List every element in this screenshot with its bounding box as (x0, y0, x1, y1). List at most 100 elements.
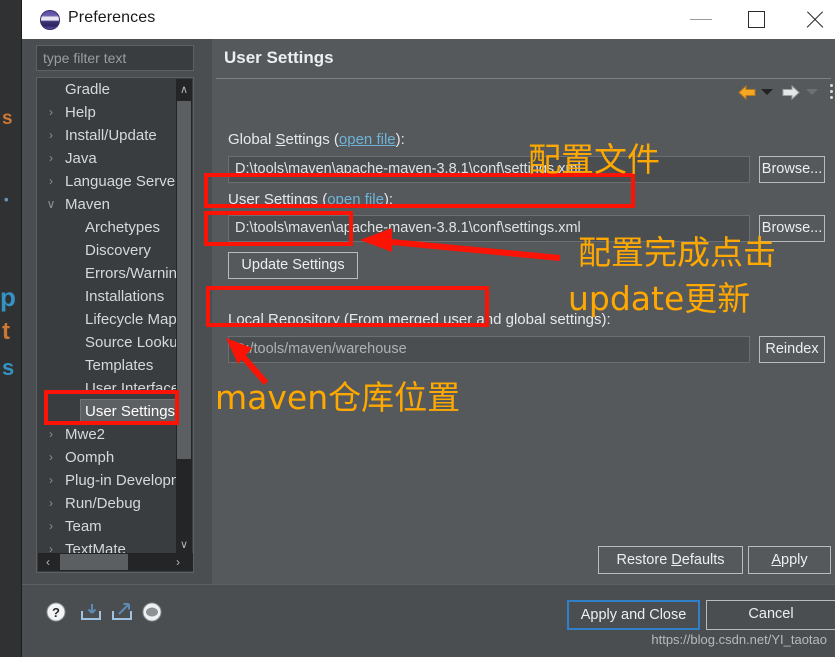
sidebar-item-help[interactable]: › Help (37, 101, 177, 124)
sidebar-item-label: Team (65, 518, 102, 535)
bg-fragment: s (2, 355, 15, 380)
page-header: User Settings (212, 39, 835, 78)
bg-fragment: s (2, 108, 13, 129)
forward-button[interactable] (782, 85, 800, 100)
chevron-down-icon (806, 89, 818, 95)
global-settings-label: Global Settings (open file): (228, 131, 405, 148)
chevron-right-icon[interactable]: › (45, 469, 57, 492)
tree-vertical-scrollbar[interactable]: ∧ ∨ (176, 79, 192, 556)
sidebar-item-label: Java (65, 150, 97, 167)
title-bar: Preferences (22, 0, 835, 39)
local-repository-label: Local Repository (From merged user and g… (228, 311, 611, 328)
global-settings-mnemonic: S (275, 131, 286, 148)
import-icon[interactable] (80, 602, 102, 627)
user-settings-open-file-link[interactable]: open file (327, 191, 384, 208)
annotation-note-update: update更新 (568, 279, 751, 318)
chevron-right-icon[interactable]: › (45, 492, 57, 515)
sidebar-item-install-update[interactable]: › Install/Update (37, 124, 177, 147)
view-menu-button[interactable] (830, 83, 834, 101)
chevron-right-icon[interactable]: › (45, 101, 57, 124)
dialog-footer: ? Apply and Close Cancel https://blog.cs… (22, 584, 835, 657)
bg-fragment: t (2, 318, 10, 345)
window-title: Preferences (68, 9, 156, 26)
preferences-tree[interactable]: Gradle › Help › Install/Update › Java › Language… (36, 77, 194, 573)
chevron-right-icon[interactable]: › (45, 515, 57, 538)
back-history-dropdown[interactable] (761, 89, 773, 95)
sidebar-item-label: User Settings (81, 400, 180, 423)
minimize-icon (690, 19, 712, 20)
vertical-scrollbar-thumb[interactable] (177, 101, 191, 459)
sidebar-item-label: Language Server (65, 173, 181, 190)
sidebar-item-team[interactable]: › Team (37, 515, 177, 538)
apply-and-close-button[interactable]: Apply and Close (567, 600, 700, 630)
sidebar-item-installations[interactable]: Installations (37, 285, 177, 308)
sidebar-item-run-debug[interactable]: › Run/Debug (37, 492, 177, 515)
chevron-right-icon[interactable]: › (45, 147, 57, 170)
chevron-down-icon[interactable]: ∨ (45, 193, 57, 216)
scroll-left-icon[interactable]: ‹ (38, 553, 58, 571)
annotation-note-repo-location: maven仓库位置 (215, 378, 461, 417)
scroll-down-icon[interactable]: ∨ (176, 535, 192, 555)
sidebar-item-errors-warnin[interactable]: Errors/Warnin (37, 262, 177, 285)
bg-fragment: p (0, 282, 16, 312)
global-settings-input[interactable]: D:\tools\maven\apache-maven-3.8.1\conf\s… (228, 156, 750, 183)
sidebar-item-label: Plug-in Developm (65, 472, 184, 489)
minimize-button[interactable] (678, 0, 724, 39)
filter-input[interactable]: type filter text (36, 45, 194, 71)
reindex-button[interactable]: Reindex (759, 336, 825, 363)
sidebar-item-templates[interactable]: Templates (37, 354, 177, 377)
bg-fragment: • (4, 192, 9, 207)
help-icon[interactable]: ? (46, 602, 66, 627)
svg-text:?: ? (52, 605, 60, 620)
local-repository-input[interactable]: D:/tools/maven/warehouse (228, 336, 750, 363)
apply-button[interactable]: Apply (748, 546, 831, 574)
restore-defaults-button[interactable]: Restore Defaults (598, 546, 743, 574)
sidebar-item-label: Templates (85, 357, 154, 374)
horizontal-scrollbar-thumb[interactable] (60, 554, 128, 570)
global-settings-browse-button[interactable]: Browse... (759, 156, 825, 183)
sidebar-item-lifecycle-map[interactable]: Lifecycle Map (37, 308, 177, 331)
scroll-up-icon[interactable]: ∧ (176, 80, 192, 100)
forward-history-dropdown[interactable] (806, 89, 818, 95)
preferences-dialog: Preferences type filter text Gradle › Help… (22, 0, 835, 657)
sidebar-item-label: Help (65, 104, 96, 121)
sidebar-item-source-looku[interactable]: Source Looku (37, 331, 178, 354)
sidebar-item-label: Discovery (85, 242, 151, 259)
chevron-right-icon[interactable]: › (45, 423, 57, 446)
sidebar-item-label: Lifecycle Map (85, 311, 177, 328)
sidebar-item-user-settings[interactable]: User Settings (37, 400, 180, 423)
sidebar-item-label: Run/Debug (65, 495, 141, 512)
eclipse-icon[interactable] (142, 602, 162, 627)
sidebar-item-label: Source Looku (85, 334, 178, 351)
page-title: User Settings (224, 48, 334, 67)
tree-items-container: Gradle › Help › Install/Update › Java › Language… (37, 78, 184, 558)
sidebar-item-plug-in-developm[interactable]: › Plug-in Developm (37, 469, 183, 492)
back-button[interactable] (738, 85, 756, 100)
header-divider (216, 78, 831, 79)
chevron-right-icon[interactable]: › (45, 446, 57, 469)
eclipse-logo-icon (40, 10, 60, 30)
sidebar-item-language-server[interactable]: › Language Server (37, 170, 181, 193)
sidebar-item-maven[interactable]: ∨ Maven (37, 193, 177, 216)
chevron-right-icon[interactable]: › (45, 170, 57, 193)
scroll-right-icon[interactable]: › (168, 553, 188, 571)
sidebar-item-discovery[interactable]: Discovery (37, 239, 177, 262)
sidebar-item-oomph[interactable]: › Oomph (37, 446, 177, 469)
close-button[interactable] (793, 0, 835, 39)
sidebar-item-java[interactable]: › Java (37, 147, 177, 170)
export-icon[interactable] (111, 602, 133, 627)
tree-horizontal-scrollbar[interactable]: ‹ › (38, 553, 193, 571)
sidebar-item-label: Gradle (65, 81, 111, 98)
global-settings-open-file-link[interactable]: open file (339, 131, 396, 148)
sidebar-item-label: Archetypes (85, 219, 161, 236)
sidebar-item-gradle[interactable]: Gradle (37, 78, 177, 101)
sidebar-item-label: Installations (85, 288, 165, 305)
maximize-button[interactable] (735, 0, 781, 39)
watermark-text: https://blog.csdn.net/YI_taotao (651, 632, 827, 647)
cancel-button[interactable]: Cancel (706, 600, 835, 630)
sidebar-item-user-interface[interactable]: User Interface (37, 377, 179, 400)
chevron-right-icon[interactable]: › (45, 124, 57, 147)
update-settings-button[interactable]: Update Settings (228, 252, 358, 279)
sidebar-item-archetypes[interactable]: Archetypes (37, 216, 177, 239)
sidebar-item-mwe2[interactable]: › Mwe2 (37, 423, 177, 446)
